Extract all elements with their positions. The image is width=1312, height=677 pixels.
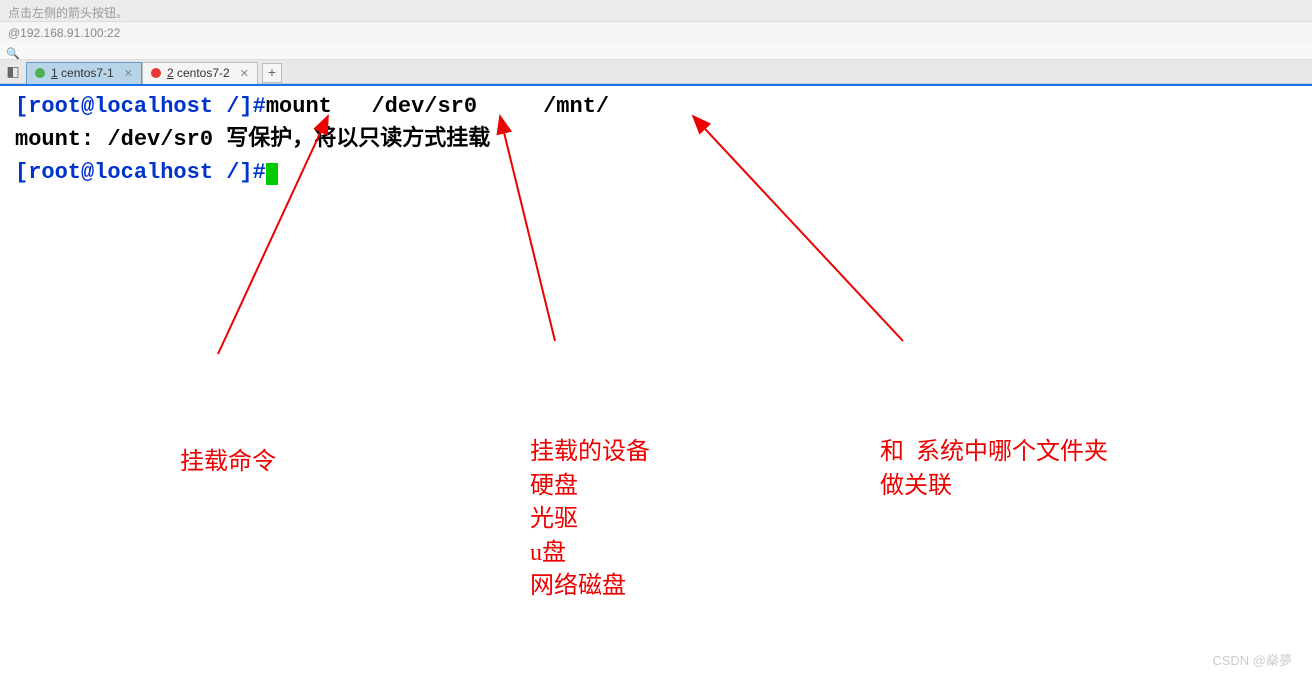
shell-prompt: [root@localhost /]# (15, 160, 266, 185)
tab-centos7-2[interactable]: 2 centos7-2 ✕ (142, 62, 258, 84)
tab-label: 2 centos7-2 (167, 66, 230, 80)
tab-bar: ◧ 1 centos7-1 ✕ 2 centos7-2 ✕ + (0, 60, 1312, 84)
annotation-folder: 和 系统中哪个文件夹 做关联 (880, 436, 1108, 503)
terminal-area[interactable]: [root@localhost /]#mount /dev/sr0 /mnt/ … (0, 84, 1312, 677)
new-tab-button[interactable]: + (262, 63, 282, 83)
shell-prompt: [root@localhost /]# (15, 94, 266, 119)
terminal-line-2: mount: /dev/sr0 写保护，将以只读方式挂载 (0, 123, 1312, 156)
annotation-mount-command: 挂载命令 (180, 446, 276, 480)
status-indicator-icon (35, 68, 45, 78)
close-icon[interactable]: ✕ (240, 67, 249, 80)
terminal-line-1: [root@localhost /]#mount /dev/sr0 /mnt/ (0, 90, 1312, 123)
hint-text: 点击左侧的箭头按钮。 (8, 6, 128, 20)
menu-toggle-icon[interactable]: ◧ (4, 63, 22, 81)
annotation-device: 挂载的设备 硬盘 光驱 u盘 网络磁盘 (530, 436, 650, 604)
tab-label: 1 centos7-1 (51, 66, 114, 80)
address-text: @192.168.91.100:22 (8, 26, 120, 40)
shell-command: mount /dev/sr0 /mnt/ (266, 94, 609, 119)
address-bar: @192.168.91.100:22 (0, 22, 1312, 42)
top-hint-bar: 点击左侧的箭头按钮。 (0, 0, 1312, 22)
search-bar[interactable]: 🔍 (0, 42, 1312, 60)
cursor-icon (266, 163, 278, 185)
watermark: CSDN @燊夢 (1212, 650, 1292, 669)
close-icon[interactable]: ✕ (124, 67, 133, 80)
tab-centos7-1[interactable]: 1 centos7-1 ✕ (26, 62, 142, 84)
search-icon: 🔍 (6, 48, 20, 60)
status-indicator-icon (151, 68, 161, 78)
terminal-line-3: [root@localhost /]# (0, 156, 1312, 189)
